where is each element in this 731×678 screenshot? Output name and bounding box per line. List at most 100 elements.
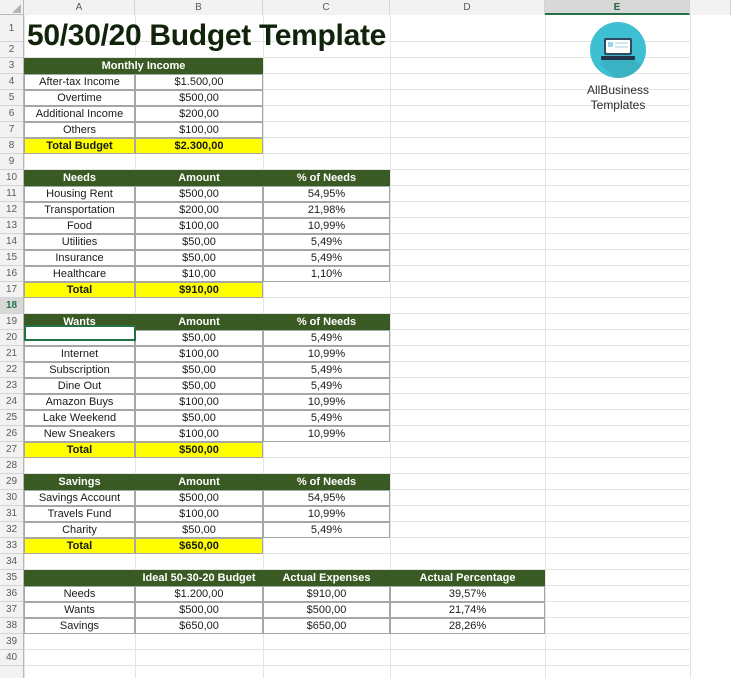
row-header-9[interactable]: 9 [0,154,23,170]
monthly-income-label-1[interactable]: Overtime [24,90,135,106]
monthly-income-label-0[interactable]: After-tax Income [24,74,135,90]
summary-actual-2[interactable]: $650,00 [263,618,390,634]
wants-percent-2[interactable]: 5,49% [263,362,390,378]
savings-header-amount[interactable]: Amount [135,474,263,490]
needs-total-amount[interactable]: $910,00 [135,282,263,298]
wants-total-label[interactable]: Total [24,442,135,458]
row-header-2[interactable]: 2 [0,42,23,58]
wants-percent-6[interactable]: 10,99% [263,426,390,442]
column-header-e[interactable]: E [545,0,690,15]
row-header-15[interactable]: 15 [0,250,23,266]
row-header-25[interactable]: 25 [0,410,23,426]
row-header-24[interactable]: 24 [0,394,23,410]
needs-amount-0[interactable]: $500,00 [135,186,263,202]
row-header-3[interactable]: 3 [0,58,23,74]
needs-header-percent[interactable]: % of Needs [263,170,390,186]
needs-amount-1[interactable]: $200,00 [135,202,263,218]
row-header-39[interactable]: 39 [0,634,23,650]
column-header-b[interactable]: B [135,0,263,15]
needs-label-2[interactable]: Food [24,218,135,234]
monthly-income-header[interactable]: Monthly Income [24,58,263,74]
row-header-19[interactable]: 19 [0,314,23,330]
row-header-34[interactable]: 34 [0,554,23,570]
savings-amount-1[interactable]: $100,00 [135,506,263,522]
summary-label-1[interactable]: Wants [24,602,135,618]
row-header-17[interactable]: 17 [0,282,23,298]
wants-amount-3[interactable]: $50,00 [135,378,263,394]
summary-header-ideal[interactable]: Ideal 50-30-20 Budget [135,570,263,586]
row-header-12[interactable]: 12 [0,202,23,218]
row-header-20[interactable]: 20 [0,330,23,346]
savings-header-percent[interactable]: % of Needs [263,474,390,490]
row-header-14[interactable]: 14 [0,234,23,250]
wants-amount-2[interactable]: $50,00 [135,362,263,378]
monthly-income-total-amount[interactable]: $2.300,00 [135,138,263,154]
wants-amount-1[interactable]: $100,00 [135,346,263,362]
needs-amount-2[interactable]: $100,00 [135,218,263,234]
row-header-13[interactable]: 13 [0,218,23,234]
summary-percent-1[interactable]: 21,74% [390,602,545,618]
wants-label-1[interactable]: Internet [24,346,135,362]
monthly-income-amount-0[interactable]: $1.500,00 [135,74,263,90]
needs-label-1[interactable]: Transportation [24,202,135,218]
needs-percent-5[interactable]: 1,10% [263,266,390,282]
column-header-d[interactable]: D [390,0,545,15]
wants-amount-4[interactable]: $100,00 [135,394,263,410]
wants-percent-3[interactable]: 5,49% [263,378,390,394]
needs-label-5[interactable]: Healthcare [24,266,135,282]
monthly-income-amount-1[interactable]: $500,00 [135,90,263,106]
active-cell-a18[interactable] [24,325,136,341]
row-header-18[interactable]: 18 [0,298,23,314]
summary-label-0[interactable]: Needs [24,586,135,602]
summary-actual-0[interactable]: $910,00 [263,586,390,602]
needs-total-label[interactable]: Total [24,282,135,298]
needs-header-amount[interactable]: Amount [135,170,263,186]
summary-percent-2[interactable]: 28,26% [390,618,545,634]
row-header-26[interactable]: 26 [0,426,23,442]
savings-percent-0[interactable]: 54,95% [263,490,390,506]
row-header-5[interactable]: 5 [0,90,23,106]
row-header-37[interactable]: 37 [0,602,23,618]
spreadsheet-grid[interactable]: 1 2 3 4 5 6 7 8 9 10 11 12 13 14 15 16 17 18 19 20 21 22 23 24 2… [0,0,731,678]
wants-label-4[interactable]: Amazon Buys [24,394,135,410]
row-header-10[interactable]: 10 [0,170,23,186]
savings-label-2[interactable]: Charity [24,522,135,538]
row-header-23[interactable]: 23 [0,378,23,394]
row-header-29[interactable]: 29 [0,474,23,490]
summary-ideal-1[interactable]: $500,00 [135,602,263,618]
savings-percent-1[interactable]: 10,99% [263,506,390,522]
row-header-22[interactable]: 22 [0,362,23,378]
wants-percent-5[interactable]: 5,49% [263,410,390,426]
wants-total-amount[interactable]: $500,00 [135,442,263,458]
row-header-7[interactable]: 7 [0,122,23,138]
row-header-31[interactable]: 31 [0,506,23,522]
summary-label-2[interactable]: Savings [24,618,135,634]
wants-amount-6[interactable]: $100,00 [135,426,263,442]
row-header-1[interactable]: 1 [0,15,23,42]
select-all-corner[interactable] [0,0,24,15]
wants-label-2[interactable]: Subscription [24,362,135,378]
column-header-a[interactable]: A [24,0,135,15]
row-header-35[interactable]: 35 [0,570,23,586]
wants-percent-0[interactable]: 5,49% [263,330,390,346]
savings-percent-2[interactable]: 5,49% [263,522,390,538]
row-header-4[interactable]: 4 [0,74,23,90]
needs-percent-4[interactable]: 5,49% [263,250,390,266]
summary-percent-0[interactable]: 39,57% [390,586,545,602]
savings-header-category[interactable]: Savings [24,474,135,490]
summary-header-percentage[interactable]: Actual Percentage [390,570,545,586]
row-header-28[interactable]: 28 [0,458,23,474]
monthly-income-total-label[interactable]: Total Budget [24,138,135,154]
summary-ideal-0[interactable]: $1.200,00 [135,586,263,602]
row-header-40[interactable]: 40 [0,650,23,666]
row-header-36[interactable]: 36 [0,586,23,602]
savings-amount-0[interactable]: $500,00 [135,490,263,506]
summary-ideal-2[interactable]: $650,00 [135,618,263,634]
monthly-income-label-3[interactable]: Others [24,122,135,138]
needs-amount-4[interactable]: $50,00 [135,250,263,266]
needs-label-4[interactable]: Insurance [24,250,135,266]
monthly-income-amount-2[interactable]: $200,00 [135,106,263,122]
wants-label-6[interactable]: New Sneakers [24,426,135,442]
column-header-c[interactable]: C [263,0,390,15]
monthly-income-amount-3[interactable]: $100,00 [135,122,263,138]
